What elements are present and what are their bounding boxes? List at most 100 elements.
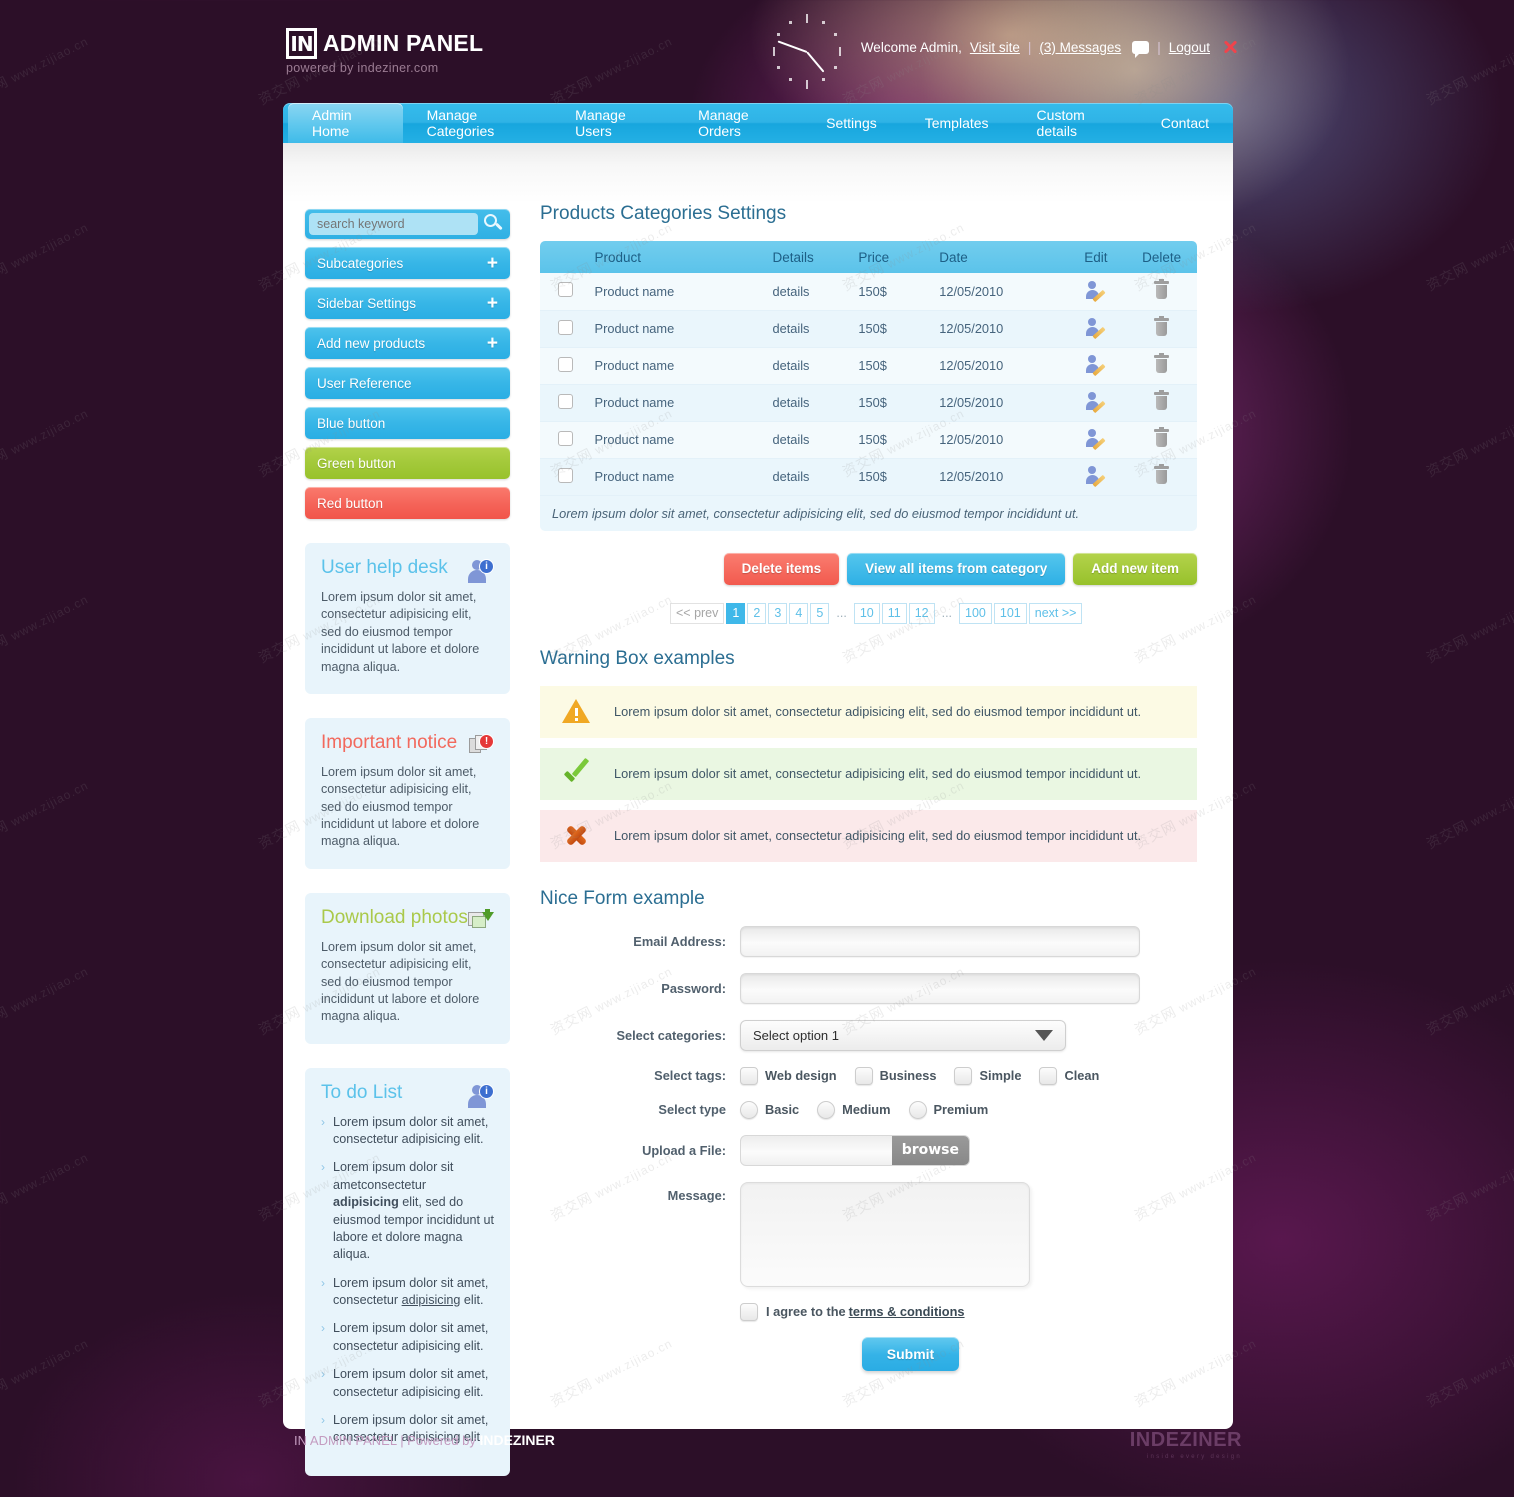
type-radio[interactable]: [908, 1100, 927, 1119]
tag-checkbox[interactable]: [740, 1066, 758, 1085]
type-option-medium[interactable]: Medium: [817, 1100, 891, 1119]
pagination-page-10[interactable]: 10: [853, 602, 880, 624]
nav-item-manage-users[interactable]: Manage Users: [551, 103, 674, 143]
view-all-items-button[interactable]: View all items from category: [847, 552, 1066, 585]
pagination-next[interactable]: next >>: [1028, 602, 1083, 624]
cell-details: details: [772, 458, 859, 496]
agree-checkbox[interactable]: [740, 1302, 758, 1321]
row-checkbox[interactable]: [557, 282, 573, 298]
plus-icon[interactable]: +: [487, 294, 498, 313]
delete-icon[interactable]: [1154, 427, 1170, 447]
file-upload-field[interactable]: browse: [740, 1134, 970, 1166]
alert-err: Lorem ipsum dolor sit amet, consectetur …: [540, 809, 1197, 862]
nav-item-contact[interactable]: Contact: [1137, 103, 1233, 143]
warning-triangle-icon: [562, 699, 590, 724]
pagination-page-101[interactable]: 101: [993, 602, 1027, 624]
type-radio[interactable]: [740, 1100, 758, 1119]
pagination-page-4[interactable]: 4: [789, 602, 809, 624]
submit-button[interactable]: Submit: [862, 1336, 959, 1371]
categories-label: Select categories:: [616, 1027, 726, 1043]
sidebar-button-blue-button[interactable]: Blue button: [305, 407, 510, 439]
info-badge: i: [479, 559, 494, 574]
edit-icon[interactable]: [1085, 429, 1106, 451]
sidebar-button-green-button[interactable]: Green button: [305, 447, 510, 479]
search-input[interactable]: [309, 213, 478, 235]
cell-details: details: [772, 273, 859, 311]
browse-button[interactable]: browse: [891, 1135, 969, 1165]
nav-item-templates[interactable]: Templates: [901, 103, 1013, 143]
pagination-prev[interactable]: << prev: [670, 602, 725, 624]
type-option-premium[interactable]: Premium: [908, 1100, 988, 1119]
sidebar-button-red-button[interactable]: Red button: [305, 487, 510, 519]
row-checkbox[interactable]: [557, 467, 573, 483]
table-body: Product name details 150$ 12/05/2010 Product…: [540, 273, 1197, 496]
table-note: Lorem ipsum dolor sit amet, consectetur …: [540, 495, 1197, 531]
edit-icon[interactable]: [1085, 466, 1106, 488]
sidebar-button-user-reference[interactable]: User Reference: [305, 367, 510, 399]
pagination-page-3[interactable]: 3: [768, 602, 788, 624]
password-row: Password:: [540, 972, 1200, 1004]
plus-icon[interactable]: +: [487, 334, 498, 353]
nav-item-settings[interactable]: Settings: [802, 103, 901, 143]
todo-item-text: Lorem ipsum dolor sit amet, consectetur …: [333, 1321, 489, 1353]
nav-item-manage-categories[interactable]: Manage Categories: [403, 103, 552, 143]
watermark-text: 资交网 www.zijiao.cn: [0, 964, 91, 1038]
tag-option-simple[interactable]: Simple: [954, 1066, 1021, 1085]
terms-link[interactable]: terms & conditions: [849, 1304, 965, 1319]
nav-item-admin-home[interactable]: Admin Home: [288, 103, 403, 143]
row-checkbox[interactable]: [557, 356, 573, 372]
delete-items-button[interactable]: Delete items: [723, 552, 840, 585]
row-checkbox[interactable]: [557, 393, 573, 409]
categories-select[interactable]: Select option 1: [740, 1019, 1066, 1051]
agree-text: I agree to the: [766, 1304, 846, 1319]
tag-checkbox[interactable]: [954, 1066, 973, 1085]
delete-icon[interactable]: [1154, 316, 1170, 336]
type-option-basic[interactable]: Basic: [740, 1100, 799, 1119]
edit-icon[interactable]: [1085, 280, 1106, 302]
sidebar-button-sidebar-settings[interactable]: Sidebar Settings +: [305, 287, 510, 319]
todo-item-text: Lorem ipsum dolor sit ametconsectetur ad…: [333, 1160, 495, 1262]
plus-icon[interactable]: +: [487, 254, 498, 273]
add-new-item-button[interactable]: Add new item: [1073, 552, 1197, 585]
delete-icon[interactable]: [1154, 278, 1170, 299]
password-field[interactable]: [740, 972, 1140, 1004]
search-icon[interactable]: [484, 214, 503, 233]
footer-logo-tagline: inside every design: [1146, 1454, 1242, 1460]
edit-icon[interactable]: [1085, 318, 1106, 340]
logout-link[interactable]: Logout: [1169, 40, 1210, 55]
row-checkbox[interactable]: [557, 319, 573, 335]
messages-link[interactable]: (3) Messages: [1039, 40, 1121, 55]
close-icon[interactable]: [1222, 39, 1238, 55]
alert-text: Lorem ipsum dolor sit amet, consectetur …: [614, 704, 1142, 719]
message-textarea[interactable]: [740, 1181, 1030, 1287]
pagination-page-11[interactable]: 11: [881, 602, 907, 624]
delete-icon[interactable]: [1154, 353, 1170, 373]
nav-item-custom-details[interactable]: Custom details: [1013, 103, 1137, 143]
tag-option-web-design[interactable]: Web design: [740, 1066, 837, 1085]
tag-checkbox[interactable]: [1039, 1066, 1058, 1085]
pagination-page-2[interactable]: 2: [747, 602, 767, 624]
tag-checkbox[interactable]: [854, 1066, 873, 1085]
email-field[interactable]: [740, 925, 1140, 957]
nav-item-manage-orders[interactable]: Manage Orders: [674, 103, 802, 143]
tag-option-business[interactable]: Business: [854, 1066, 936, 1085]
tag-option-clean[interactable]: Clean: [1039, 1066, 1099, 1085]
delete-icon[interactable]: [1154, 464, 1170, 484]
watermark-text: 资交网 www.zijiao.cn: [0, 778, 91, 852]
content-area: Subcategories+ Sidebar Settings+ Add new p…: [283, 143, 1233, 1476]
pagination-page-1[interactable]: 1: [726, 602, 746, 624]
footer-credit: IN ADMIN PANEL | Powered by INDEZINER: [294, 1432, 555, 1448]
visit-site-link[interactable]: Visit site: [970, 40, 1020, 55]
type-label: Medium: [842, 1102, 891, 1117]
edit-icon[interactable]: [1085, 392, 1106, 414]
edit-icon[interactable]: [1085, 355, 1106, 377]
pagination-page-5[interactable]: 5: [810, 602, 830, 624]
cell-date: 12/05/2010: [939, 384, 1066, 422]
sidebar-button-add-new-products[interactable]: Add new products +: [305, 327, 510, 359]
row-checkbox[interactable]: [557, 430, 573, 446]
pagination-page-100[interactable]: 100: [959, 602, 992, 624]
pagination-page-12[interactable]: 12: [908, 602, 935, 624]
delete-icon[interactable]: [1154, 390, 1170, 410]
sidebar-button-subcategories[interactable]: Subcategories +: [305, 247, 510, 279]
type-radio[interactable]: [817, 1100, 836, 1119]
